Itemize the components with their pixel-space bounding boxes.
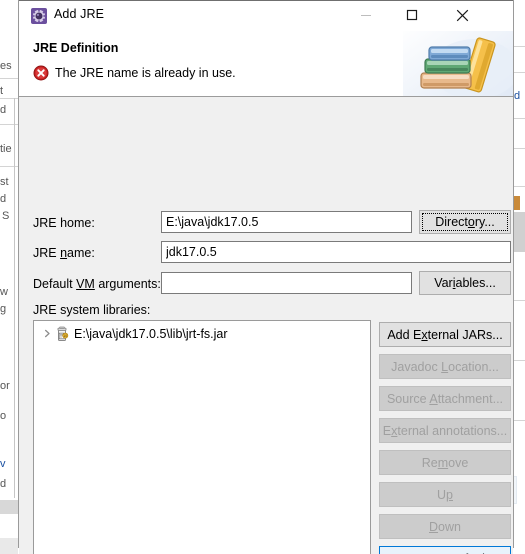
background-text-fragment: es [0, 60, 12, 72]
tree-item-label: E:\java\jdk17.0.5\lib\jrt-fs.jar [74, 326, 228, 341]
background-statusbar [0, 538, 18, 554]
source-attachment-button: Source Attachment... [379, 386, 511, 411]
remove-button: Remove [379, 450, 511, 475]
jre-gear-icon [31, 8, 47, 24]
background-divider [0, 98, 18, 99]
maximize-icon[interactable] [389, 0, 435, 30]
background-text-fragment: v [0, 458, 6, 470]
background-text-fragment: S [2, 210, 10, 222]
background-divider [514, 300, 525, 301]
restore-default-button[interactable]: Restore Default [379, 546, 511, 554]
background-scrollbar [0, 500, 18, 514]
page-title: JRE Definition [33, 41, 119, 55]
background-divider [514, 186, 525, 187]
minimize-icon[interactable] [343, 0, 389, 30]
screen: es t d tie st d S w g or o v d d Se [0, 0, 525, 554]
add-jre-dialog: Add JRE JRE Definition The JRE name is a… [18, 0, 514, 554]
background-text-fragment: d [0, 104, 7, 116]
background-text-fragment: d [0, 478, 7, 490]
background-text-fragment: st [0, 176, 9, 188]
jar-file-icon: 10 [54, 326, 70, 342]
background-divider [0, 124, 18, 125]
vm-arguments-input[interactable] [161, 272, 412, 294]
add-external-jars-button[interactable]: Add External JARs... [379, 322, 511, 347]
up-button: Up [379, 482, 511, 507]
jre-system-libraries-label: JRE system libraries: [33, 303, 151, 317]
background-marker [514, 196, 520, 210]
background-divider [0, 78, 18, 79]
error-circle-icon [33, 65, 49, 81]
background-text-fragment: o [0, 410, 7, 422]
dialog-titlebar[interactable]: Add JRE [19, 0, 513, 31]
jre-name-label: JRE name: [33, 246, 95, 260]
background-text-fragment: or [0, 380, 10, 392]
svg-text:10: 10 [63, 334, 67, 338]
dialog-header: JRE Definition The JRE name is already i… [19, 31, 513, 97]
jre-home-label: JRE home: [33, 216, 95, 230]
close-icon[interactable] [439, 0, 485, 30]
books-stack-image [403, 31, 513, 97]
background-divider [514, 72, 525, 73]
background-left-strip [0, 0, 18, 554]
external-annotations-button: External annotations... [379, 418, 511, 443]
background-divider [514, 46, 525, 47]
background-right-strip [514, 0, 525, 554]
jre-name-input[interactable] [161, 241, 511, 263]
background-text-fragment: g [0, 303, 7, 315]
dialog-title: Add JRE [54, 7, 105, 21]
background-text-fragment: d [514, 90, 521, 102]
chevron-right-icon[interactable] [40, 327, 54, 341]
background-text-fragment: d [0, 193, 7, 205]
background-scrollbar-thumb [514, 212, 525, 252]
background-divider [514, 360, 525, 361]
background-divider [514, 420, 525, 421]
down-button: Down [379, 514, 511, 539]
background-text-fragment: t [0, 85, 4, 97]
background-divider [514, 148, 525, 149]
jre-system-libraries-tree[interactable]: 10 E:\java\jdk17.0.5\lib\jrt-fs.jar [33, 320, 371, 554]
variables-button[interactable]: Variables... [419, 271, 511, 295]
background-text-fragment: tie [0, 143, 12, 155]
tree-row[interactable]: 10 E:\java\jdk17.0.5\lib\jrt-fs.jar [34, 324, 370, 343]
background-text-fragment: w [0, 286, 8, 298]
background-divider [0, 166, 18, 167]
directory-button[interactable]: Directory... [419, 210, 511, 234]
background-divider [514, 118, 525, 119]
vm-arguments-label: Default VM arguments: [33, 277, 161, 291]
jre-home-input[interactable] [161, 211, 412, 233]
background-divider [14, 98, 15, 498]
dialog-body: JRE home: Directory... JRE name: Default… [19, 97, 513, 554]
error-message: The JRE name is already in use. [55, 66, 236, 80]
javadoc-location-button: Javadoc Location... [379, 354, 511, 379]
